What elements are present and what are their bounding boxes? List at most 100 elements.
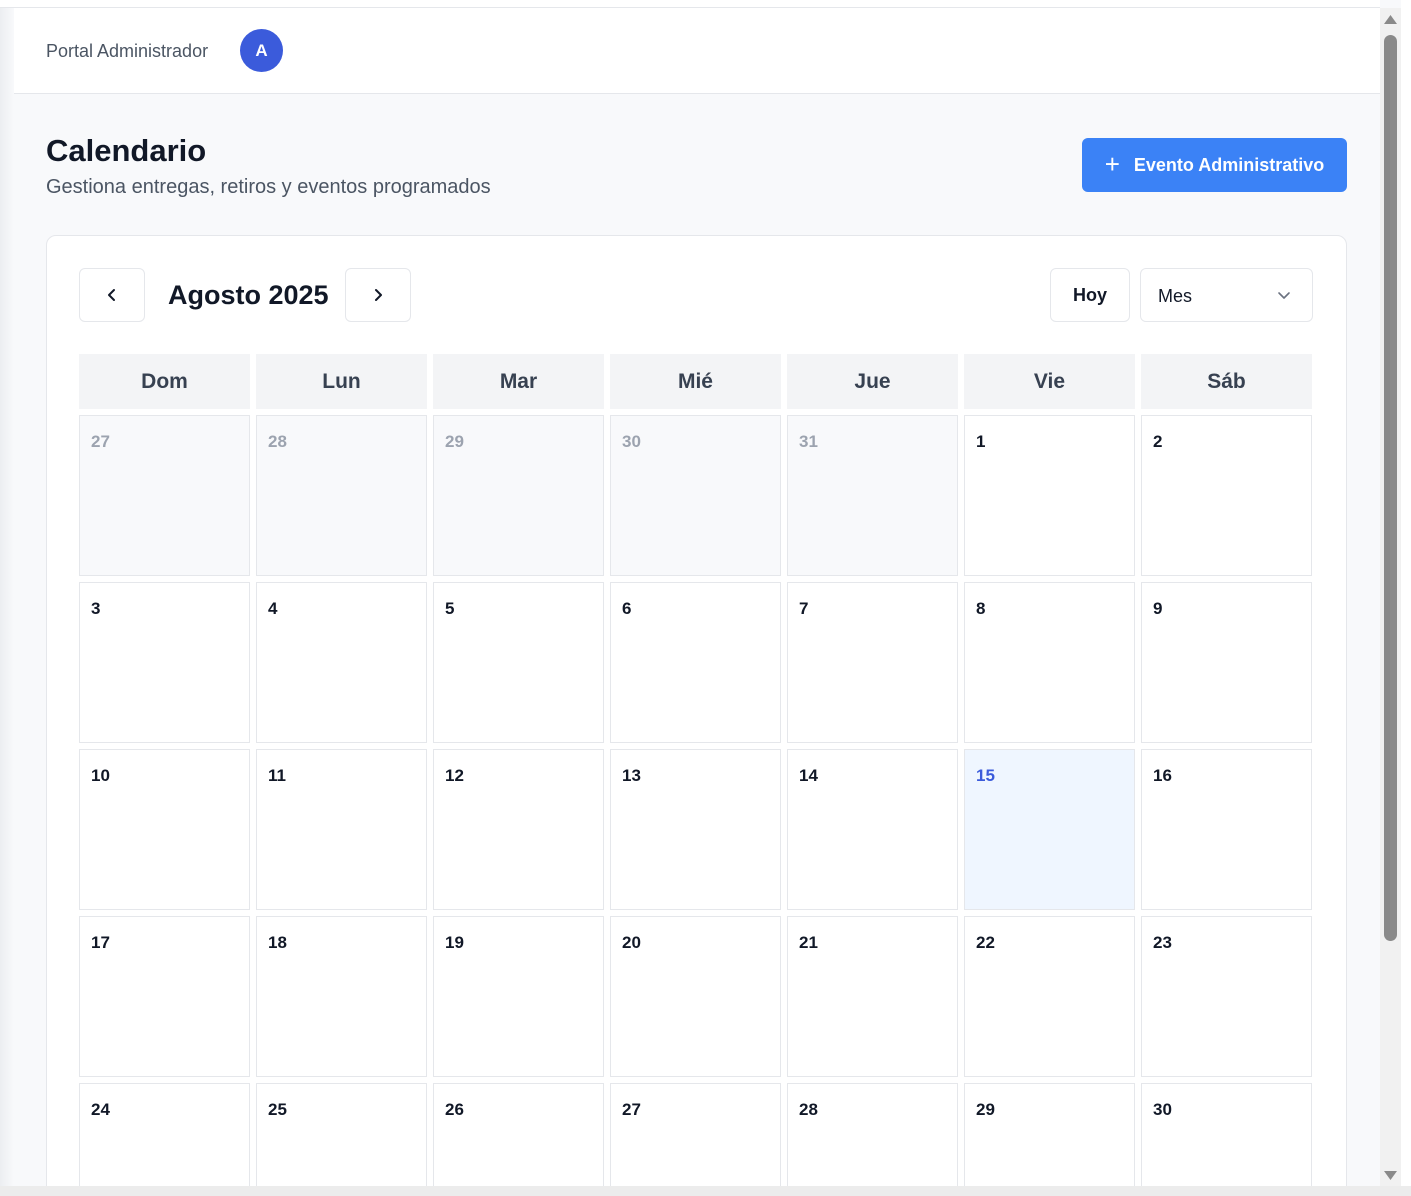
day-cell[interactable]: 28 bbox=[256, 415, 427, 576]
page-subtitle: Gestiona entregas, retiros y eventos pro… bbox=[46, 176, 491, 198]
day-cell[interactable]: 7 bbox=[787, 582, 958, 743]
day-cell[interactable]: 24 bbox=[79, 1083, 250, 1196]
day-cell[interactable]: 12 bbox=[433, 749, 604, 910]
vertical-scrollbar[interactable] bbox=[1380, 8, 1401, 1188]
portal-label: Portal Administrador bbox=[46, 41, 209, 61]
day-cell[interactable]: 22 bbox=[964, 916, 1135, 1077]
day-number: 27 bbox=[622, 1100, 641, 1119]
day-number: 27 bbox=[91, 432, 110, 451]
weekday-header: Jue bbox=[787, 354, 958, 409]
next-month-button[interactable] bbox=[345, 268, 411, 322]
day-cell[interactable]: 4 bbox=[256, 582, 427, 743]
day-cell[interactable]: 6 bbox=[610, 582, 781, 743]
day-number: 10 bbox=[91, 766, 110, 785]
day-cell[interactable]: 30 bbox=[610, 415, 781, 576]
day-cell[interactable]: 16 bbox=[1141, 749, 1312, 910]
day-number: 8 bbox=[976, 599, 986, 618]
today-button[interactable]: Hoy bbox=[1050, 268, 1130, 322]
page-title: Calendario bbox=[46, 133, 207, 168]
day-number: 23 bbox=[1153, 933, 1172, 952]
window-top-edge bbox=[0, 0, 1380, 8]
weekday-header: Sáb bbox=[1141, 354, 1312, 409]
chevron-left-icon bbox=[108, 289, 115, 301]
day-cell[interactable]: 25 bbox=[256, 1083, 427, 1196]
day-cell[interactable]: 9 bbox=[1141, 582, 1312, 743]
weekday-header: Lun bbox=[256, 354, 427, 409]
calendar-days: 27 28 29 30 31 1 2 3 4 5 6 7 8 9 10 11 12 13 14 15 16 17 18 19 2… bbox=[79, 415, 1314, 1196]
weekday-header-row: Dom Lun Mar Mié Jue Vie Sáb bbox=[79, 354, 1314, 409]
calendar-grid: Dom Lun Mar Mié Jue Vie Sáb 27 28 29 30 31 1 2… bbox=[79, 354, 1314, 1196]
day-number: 2 bbox=[1153, 432, 1163, 451]
weekday-header: Mar bbox=[433, 354, 604, 409]
plus-icon: + bbox=[1104, 148, 1120, 179]
add-admin-event-button[interactable]: + Evento Administrativo bbox=[1082, 138, 1347, 192]
day-cell[interactable]: 27 bbox=[610, 1083, 781, 1196]
day-cell[interactable]: 2 bbox=[1141, 415, 1312, 576]
day-cell[interactable]: 11 bbox=[256, 749, 427, 910]
day-cell[interactable]: 26 bbox=[433, 1083, 604, 1196]
day-number: 29 bbox=[445, 432, 464, 451]
day-number: 19 bbox=[445, 933, 464, 952]
day-number: 12 bbox=[445, 766, 464, 785]
day-number: 21 bbox=[799, 933, 818, 952]
day-cell[interactable]: 27 bbox=[79, 415, 250, 576]
chevron-down-icon bbox=[1278, 292, 1290, 299]
scroll-down-arrow-icon[interactable] bbox=[1383, 1169, 1398, 1181]
day-cell-today[interactable]: 15 bbox=[964, 749, 1135, 910]
avatar[interactable]: A bbox=[240, 29, 283, 72]
sidebar-edge bbox=[0, 8, 14, 1188]
weekday-header: Dom bbox=[79, 354, 250, 409]
day-cell[interactable]: 10 bbox=[79, 749, 250, 910]
top-header: Portal Administrador A bbox=[14, 8, 1380, 94]
day-number: 4 bbox=[268, 599, 278, 618]
day-number: 11 bbox=[268, 766, 286, 785]
day-number: 30 bbox=[622, 432, 641, 451]
day-cell[interactable]: 13 bbox=[610, 749, 781, 910]
day-cell[interactable]: 31 bbox=[787, 415, 958, 576]
day-number: 18 bbox=[268, 933, 287, 952]
day-cell[interactable]: 30 bbox=[1141, 1083, 1312, 1196]
day-number: 28 bbox=[799, 1100, 818, 1119]
day-number: 28 bbox=[268, 432, 287, 451]
view-select[interactable]: Mes bbox=[1140, 268, 1313, 322]
window-bottom-edge bbox=[0, 1186, 1411, 1196]
day-cell[interactable]: 19 bbox=[433, 916, 604, 1077]
day-number: 29 bbox=[976, 1100, 995, 1119]
previous-month-button[interactable] bbox=[79, 268, 145, 322]
day-cell[interactable]: 18 bbox=[256, 916, 427, 1077]
day-cell[interactable]: 21 bbox=[787, 916, 958, 1077]
day-number: 9 bbox=[1153, 599, 1163, 618]
weekday-header: Vie bbox=[964, 354, 1135, 409]
scroll-up-arrow-icon[interactable] bbox=[1383, 14, 1398, 26]
day-cell[interactable]: 3 bbox=[79, 582, 250, 743]
day-number: 1 bbox=[976, 432, 986, 451]
day-number: 26 bbox=[445, 1100, 464, 1119]
scrollbar-thumb[interactable] bbox=[1384, 35, 1397, 941]
day-number: 14 bbox=[799, 766, 818, 785]
calendar-card: Agosto 2025 Hoy Mes Dom Lun Mar Mié Jue … bbox=[46, 235, 1347, 1196]
day-cell[interactable]: 14 bbox=[787, 749, 958, 910]
day-number: 3 bbox=[91, 599, 101, 618]
day-number: 20 bbox=[622, 933, 641, 952]
view-select-value: Mes bbox=[1158, 286, 1193, 306]
day-cell[interactable]: 5 bbox=[433, 582, 604, 743]
day-cell[interactable]: 1 bbox=[964, 415, 1135, 576]
day-cell[interactable]: 8 bbox=[964, 582, 1135, 743]
day-number: 15 bbox=[976, 766, 995, 785]
day-number: 30 bbox=[1153, 1100, 1172, 1119]
day-number: 24 bbox=[91, 1100, 110, 1119]
day-cell[interactable]: 29 bbox=[433, 415, 604, 576]
day-number: 16 bbox=[1153, 766, 1172, 785]
day-number: 25 bbox=[268, 1100, 287, 1119]
day-cell[interactable]: 23 bbox=[1141, 916, 1312, 1077]
day-cell[interactable]: 17 bbox=[79, 916, 250, 1077]
day-cell[interactable]: 20 bbox=[610, 916, 781, 1077]
day-cell[interactable]: 29 bbox=[964, 1083, 1135, 1196]
day-cell[interactable]: 28 bbox=[787, 1083, 958, 1196]
day-number: 13 bbox=[622, 766, 641, 785]
window-right-edge bbox=[1401, 0, 1411, 1196]
day-number: 22 bbox=[976, 933, 995, 952]
day-number: 6 bbox=[622, 599, 632, 618]
day-number: 7 bbox=[799, 599, 809, 618]
day-number: 5 bbox=[445, 599, 455, 618]
